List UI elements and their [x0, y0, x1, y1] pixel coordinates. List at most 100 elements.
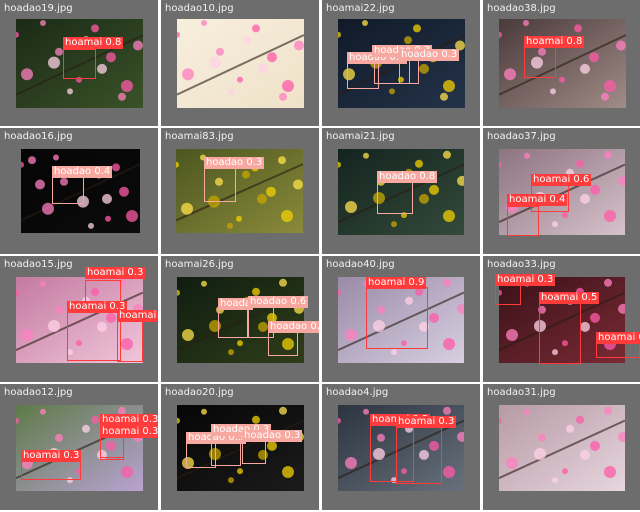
detection-label: hoamai 0.5: [539, 292, 600, 304]
tile-photo: [499, 405, 625, 491]
detection-class: hoadao: [244, 430, 282, 441]
detection-class: hoada: [220, 298, 252, 309]
image-tile[interactable]: hoadao12.jpg hoamai 0.3 hoamai 0.3 hoamai 0…: [0, 384, 158, 510]
detection-box: [63, 49, 96, 79]
detection-class: hoamai: [102, 426, 140, 437]
detection-score: 0.3: [441, 49, 458, 60]
image-tile[interactable]: hoamai21.jpg hoadao 0.8: [322, 128, 480, 254]
image-tile[interactable]: hoadao4.jpg hoamai 0.3hoamai 0.3: [322, 384, 480, 510]
detection-class: hoadao: [270, 321, 308, 332]
detection-class: hoadao: [54, 166, 92, 177]
detection-label: hoamai 0.3: [495, 274, 556, 286]
detection-label: hoadao 0.3: [242, 430, 303, 442]
detection-box: [495, 285, 521, 305]
detection-class: hoamai: [102, 414, 140, 425]
detection-box: [366, 287, 428, 349]
detection-class: hoamai: [65, 37, 103, 48]
image-tile[interactable]: hoadao19.jpg hoamai 0.8: [0, 0, 158, 126]
detection-class: hoamai: [509, 194, 547, 205]
detection-class: hoamai: [87, 267, 125, 278]
detection-score: 0.5: [581, 292, 598, 303]
image-grid: hoadao19.jpg hoamai 0.8 hoadao10.jpg hoamai…: [0, 0, 640, 512]
detection-box: [399, 58, 419, 84]
detection-label: hoadao 0.6: [248, 296, 309, 308]
image-tile[interactable]: hoadao10.jpg: [161, 0, 319, 126]
tile-filename: hoadao40.jpg: [326, 259, 395, 270]
detection-label: hoamai 0.4: [507, 194, 568, 206]
tile-filename: hoamai21.jpg: [326, 131, 395, 142]
detection-score: 0.3: [438, 416, 455, 427]
detection-score: 0.6: [573, 174, 590, 185]
detection-score: 0.6: [310, 321, 319, 332]
detection-score: 0.9: [408, 277, 425, 288]
detection-score: 0.8: [419, 171, 436, 182]
detection-class: hoamai: [526, 36, 564, 47]
detection-score: 0.3: [284, 430, 301, 441]
tile-photo: [499, 19, 626, 108]
detection-label: hoamai 0: [596, 332, 640, 344]
detection-label: hoamai 0.9: [366, 277, 427, 289]
image-tile[interactable]: hoadao38.jpg hoamai 0.8: [483, 0, 640, 126]
detection-label: hoamai 0.3: [100, 414, 158, 426]
image-tile[interactable]: hoamai22.jpghoadao 0.4hoadao 0.3hoadao 0…: [322, 0, 480, 126]
tile-filename: hoadao20.jpg: [165, 387, 234, 398]
tile-filename: hoadao31.jpg: [487, 387, 556, 398]
detection-class: hoamai: [119, 310, 157, 321]
detection-box: [524, 44, 556, 78]
tile-filename: hoadao19.jpg: [4, 3, 73, 14]
detection-box: [218, 308, 248, 338]
tile-filename: hoadao33.jpg: [487, 259, 556, 270]
detection-box: [204, 168, 236, 202]
detection-label: hoamai 0.3: [100, 426, 158, 438]
detection-class: hoadao: [379, 171, 417, 182]
detection-score: 0.3: [142, 414, 158, 425]
detection-box: [100, 436, 124, 458]
detection-score: 0.8: [566, 36, 583, 47]
tile-filename: hoamai22.jpg: [326, 3, 395, 14]
image-tile[interactable]: hoamai26.jpghoadahoadao 0.6hoadao 0.6: [161, 256, 319, 382]
detection-class: hoamai: [533, 174, 571, 185]
detection-score: 0.3: [142, 426, 158, 437]
tile-filename: hoamai83.jpg: [165, 131, 234, 142]
image-tile[interactable]: hoadao33.jpghoamai 0.3hoamai 0.5hoamai 0: [483, 256, 640, 382]
detection-score: 0.3: [537, 274, 554, 285]
tile-filename: hoadao37.jpg: [487, 131, 556, 142]
tile-filename: hoamai26.jpg: [165, 259, 234, 270]
detection-class: hoamai: [497, 274, 535, 285]
tile-filename: hoadao15.jpg: [4, 259, 73, 270]
detection-label: hoamai 0.8: [524, 36, 585, 48]
detection-label: hoadao 0.4: [52, 166, 113, 178]
detection-score: 0.4: [549, 194, 566, 205]
detection-label: hoamai 0.3: [85, 267, 146, 279]
detection-score: 0.3: [246, 157, 263, 168]
detection-box: [67, 309, 121, 361]
tile-photo: [177, 19, 304, 108]
detection-class: hoamai: [368, 277, 406, 288]
detection-label: hoamai 0.3: [117, 310, 158, 322]
image-tile[interactable]: hoadao20.jpghoadao 0.3hoadao 0.3hoadao 0…: [161, 384, 319, 510]
image-tile[interactable]: hoamai83.jpg hoadao 0.3: [161, 128, 319, 254]
detection-class: hoadao: [250, 296, 288, 307]
image-tile[interactable]: hoadao40.jpg hoamai 0.9: [322, 256, 480, 382]
detection-label: hoadao 0.8: [377, 171, 438, 183]
image-tile[interactable]: hoadao37.jpg hoamai 0.6 hoamai 0.4: [483, 128, 640, 254]
detection-class: hoamai: [541, 292, 579, 303]
tile-filename: hoadao4.jpg: [326, 387, 389, 398]
tile-filename: hoadao12.jpg: [4, 387, 73, 398]
detection-class: hoadao: [206, 157, 244, 168]
tile-filename: hoadao16.jpg: [4, 131, 73, 142]
detection-label: hoamai 0.8: [63, 37, 124, 49]
image-tile[interactable]: hoadao16.jpg hoadao 0.4: [0, 128, 158, 254]
detection-label: hoamai 0.3: [21, 450, 82, 462]
image-tile[interactable]: hoadao31.jpg: [483, 384, 640, 510]
image-tile[interactable]: hoadao15.jpghoamai 0.3hoamai 0.3hoamai 0…: [0, 256, 158, 382]
detection-score: 0.3: [63, 450, 80, 461]
detection-score: 0.6: [290, 296, 307, 307]
detection-box: [268, 330, 298, 356]
detection-box: [539, 300, 581, 364]
detection-class: hoadao: [401, 49, 439, 60]
detection-box: [21, 460, 81, 480]
detection-box: [52, 176, 84, 204]
detection-class: hoamai: [398, 416, 436, 427]
detection-separator: [156, 310, 158, 321]
